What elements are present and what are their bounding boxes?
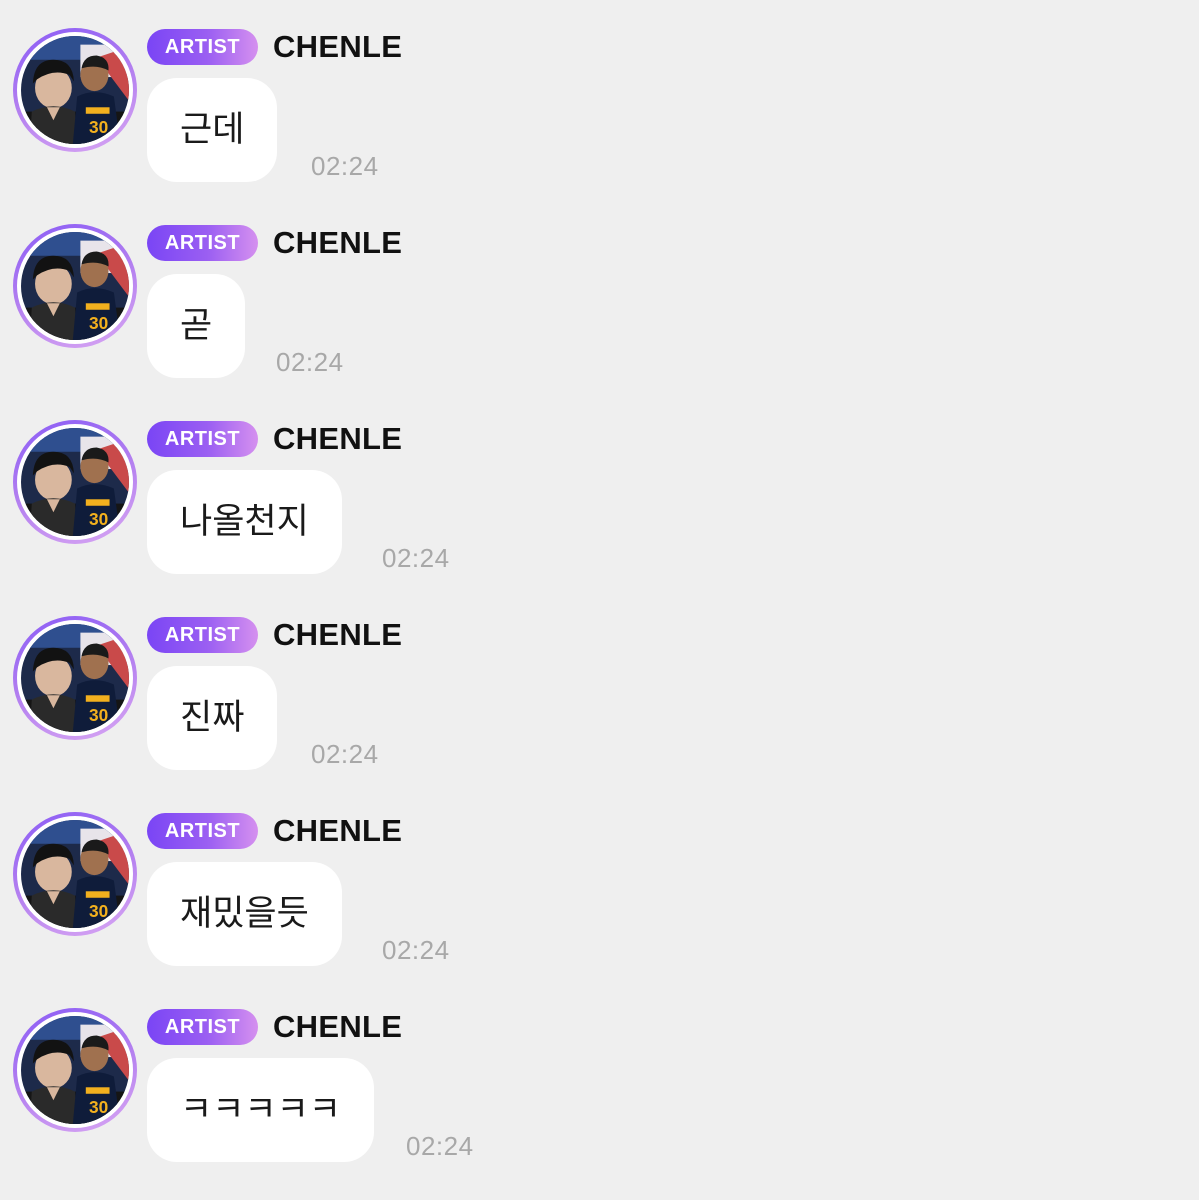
chat-message: 30 ARTIST CHENLE 곧 02:24 xyxy=(0,196,1199,392)
message-bubble[interactable]: 곧 xyxy=(147,274,246,378)
svg-text:30: 30 xyxy=(89,313,108,333)
artist-badge: ARTIST xyxy=(147,617,258,653)
svg-text:30: 30 xyxy=(89,117,108,137)
artist-badge: ARTIST xyxy=(147,225,258,261)
avatar[interactable]: 30 xyxy=(13,420,137,544)
chat-message: 30 ARTIST CHENLE 근데 02:24 xyxy=(0,0,1199,196)
message-timestamp: 02:24 xyxy=(382,935,450,965)
sender-name[interactable]: CHENLE xyxy=(273,810,402,852)
profile-photo-avatar: 30 xyxy=(21,36,129,144)
profile-photo-avatar: 30 xyxy=(21,428,129,536)
svg-text:30: 30 xyxy=(89,705,108,725)
svg-text:30: 30 xyxy=(89,509,108,529)
avatar[interactable]: 30 xyxy=(13,616,137,740)
message-bubble[interactable]: 진짜 xyxy=(147,666,278,770)
sender-name[interactable]: CHENLE xyxy=(273,418,402,460)
svg-text:30: 30 xyxy=(89,1097,108,1117)
artist-badge: ARTIST xyxy=(147,813,258,849)
chat-message: 30 ARTIST CHENLE 나올천지 02:24 xyxy=(0,392,1199,588)
avatar[interactable]: 30 xyxy=(13,1008,137,1132)
message-timestamp: 02:24 xyxy=(276,347,344,377)
sender-name[interactable]: CHENLE xyxy=(273,614,402,656)
svg-text:30: 30 xyxy=(89,901,108,921)
message-bubble[interactable]: 나올천지 xyxy=(147,470,342,574)
sender-name[interactable]: CHENLE xyxy=(273,222,402,264)
message-timestamp: 02:24 xyxy=(311,739,379,769)
profile-photo-avatar: 30 xyxy=(21,820,129,928)
profile-photo-avatar: 30 xyxy=(21,1016,129,1124)
message-bubble[interactable]: 근데 xyxy=(147,78,278,182)
sender-name[interactable]: CHENLE xyxy=(273,26,402,68)
message-timestamp: 02:24 xyxy=(406,1131,474,1161)
avatar[interactable]: 30 xyxy=(13,28,137,152)
sender-name[interactable]: CHENLE xyxy=(273,1006,402,1048)
message-timestamp: 02:24 xyxy=(382,543,450,573)
chat-message: 30 ARTIST CHENLE 진짜 02:24 xyxy=(0,588,1199,784)
artist-badge: ARTIST xyxy=(147,421,258,457)
chat-message: 30 ARTIST CHENLE ㅋㅋㅋㅋㅋ 02:24 xyxy=(0,980,1199,1176)
artist-badge: ARTIST xyxy=(147,29,258,65)
profile-photo-avatar: 30 xyxy=(21,232,129,340)
message-bubble[interactable]: ㅋㅋㅋㅋㅋ xyxy=(147,1058,375,1162)
artist-badge: ARTIST xyxy=(147,1009,258,1045)
avatar[interactable]: 30 xyxy=(13,812,137,936)
profile-photo-avatar: 30 xyxy=(21,624,129,732)
chat-message: 30 ARTIST CHENLE 재밌을듯 02:24 xyxy=(0,784,1199,980)
message-timestamp: 02:24 xyxy=(311,151,379,181)
avatar[interactable]: 30 xyxy=(13,224,137,348)
message-bubble[interactable]: 재밌을듯 xyxy=(147,862,342,966)
chat-message-list: 30 ARTIST CHENLE 근데 02:24 30 ARTIST CHEN… xyxy=(0,0,1199,1200)
